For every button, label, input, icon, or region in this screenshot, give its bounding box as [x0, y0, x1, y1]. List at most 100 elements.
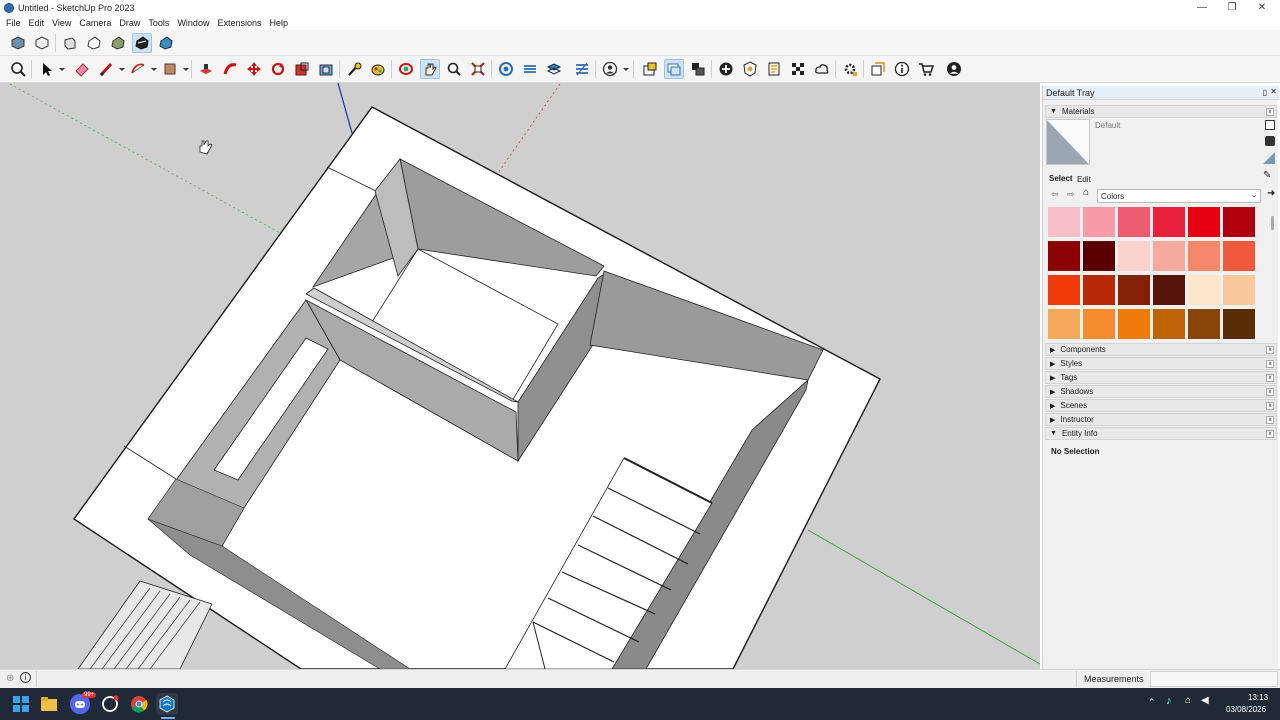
material-swatch[interactable] — [1223, 309, 1255, 339]
model-canvas[interactable] — [0, 83, 1040, 669]
user-dropdown-icon[interactable] — [623, 68, 629, 71]
material-swatch[interactable] — [1048, 207, 1080, 237]
material-swatch[interactable] — [1118, 241, 1150, 271]
material-swatch[interactable] — [1188, 207, 1220, 237]
maximize-button[interactable]: ❐ — [1217, 0, 1247, 15]
display-section-icon[interactable] — [520, 59, 540, 79]
forward-arrow-icon[interactable]: ⇨ — [1067, 189, 1075, 200]
texture-icon[interactable] — [788, 59, 808, 79]
create-material-icon[interactable] — [1265, 120, 1275, 130]
layout-icon[interactable] — [868, 59, 888, 79]
menu-extensions[interactable]: Extensions — [213, 18, 265, 28]
back-view-icon[interactable] — [108, 33, 128, 53]
network-icon[interactable]: ⌂ — [1185, 695, 1191, 706]
menu-draw[interactable]: Draw — [115, 18, 144, 28]
orbit-icon[interactable] — [396, 59, 416, 79]
entity-info-panel-header[interactable]: ▼ Entity Info x — [1045, 427, 1277, 440]
section-plane-icon[interactable] — [496, 59, 516, 79]
close-button[interactable]: ✕ — [1247, 0, 1277, 15]
material-swatch[interactable] — [1153, 207, 1185, 237]
default-material-icon[interactable] — [1263, 152, 1275, 164]
right-view-icon[interactable] — [84, 33, 104, 53]
eraser-icon[interactable] — [72, 59, 92, 79]
panel-close-icon[interactable]: x — [1266, 108, 1274, 116]
panel-close-icon[interactable]: x — [1266, 416, 1274, 424]
left-view-icon[interactable] — [132, 33, 152, 53]
outliner-icon[interactable] — [688, 59, 708, 79]
follow-me-icon[interactable] — [220, 59, 240, 79]
tape-measure-icon[interactable] — [344, 59, 364, 79]
materials-panel-header[interactable]: ▼ Materials x — [1045, 105, 1277, 118]
top-view-icon[interactable] — [32, 33, 52, 53]
styles-panel-header[interactable]: ▶ Styles x — [1045, 357, 1277, 370]
components-icon[interactable] — [640, 59, 660, 79]
select-dropdown-icon[interactable] — [59, 68, 65, 71]
library-select[interactable]: Colors ⌄ — [1097, 189, 1261, 203]
section-fill-icon[interactable] — [572, 59, 592, 79]
material-swatch[interactable] — [1048, 241, 1080, 271]
pan-icon[interactable] — [420, 59, 440, 79]
geo-icon[interactable] — [740, 59, 760, 79]
details-arrow-icon[interactable]: ➜ — [1267, 188, 1275, 199]
section-cuts-icon[interactable] — [544, 59, 564, 79]
menu-help[interactable]: Help — [265, 18, 292, 28]
measurements-input[interactable] — [1150, 671, 1278, 687]
volume-icon[interactable]: ◀ — [1201, 695, 1209, 706]
sample-material-icon[interactable] — [1265, 136, 1275, 146]
tags-panel-header[interactable]: ▶ Tags x — [1045, 371, 1277, 384]
material-swatch[interactable] — [1083, 309, 1115, 339]
material-swatch[interactable] — [1188, 309, 1220, 339]
chrome-icon[interactable] — [128, 693, 150, 715]
iso-view-icon[interactable] — [8, 33, 28, 53]
user-icon[interactable] — [600, 59, 620, 79]
rectangle-dropdown-icon[interactable] — [183, 68, 189, 71]
menu-tools[interactable]: Tools — [144, 18, 173, 28]
microphone-icon[interactable]: ♪ — [1166, 695, 1172, 707]
panel-close-icon[interactable]: x — [1266, 402, 1274, 410]
eyedropper-icon[interactable]: ✎ — [1263, 170, 1271, 181]
tab-edit[interactable]: Edit — [1077, 175, 1091, 184]
panel-close-icon[interactable]: x — [1266, 430, 1274, 438]
panel-close-icon[interactable]: x — [1266, 388, 1274, 396]
info-icon[interactable] — [892, 59, 912, 79]
account-icon[interactable] — [944, 59, 964, 79]
arc-dropdown-icon[interactable] — [151, 68, 157, 71]
clock-date[interactable]: 03/08/2026 — [1226, 705, 1266, 714]
xray-icon[interactable] — [156, 33, 176, 53]
menu-file[interactable]: File — [2, 18, 25, 28]
material-swatch[interactable] — [1223, 241, 1255, 271]
tray-close-icon[interactable]: ✕ — [1270, 87, 1277, 96]
material-swatch[interactable] — [1083, 241, 1115, 271]
home-icon[interactable]: ⌂ — [1083, 187, 1089, 198]
model-info-icon[interactable] — [764, 59, 784, 79]
panel-close-icon[interactable]: x — [1266, 360, 1274, 368]
push-pull-icon[interactable] — [196, 59, 216, 79]
clock-time[interactable]: 13:13 — [1248, 693, 1268, 702]
material-swatch[interactable] — [1223, 275, 1255, 305]
material-swatch[interactable] — [1188, 275, 1220, 305]
back-arrow-icon[interactable]: ⇦ — [1051, 189, 1059, 200]
move-icon[interactable] — [244, 59, 264, 79]
drawing-viewport[interactable] — [0, 83, 1040, 669]
scenes-panel-header[interactable]: ▶ Scenes x — [1045, 399, 1277, 412]
menu-view[interactable]: View — [48, 18, 75, 28]
warehouse-icon[interactable] — [916, 59, 936, 79]
file-explorer-icon[interactable] — [38, 693, 60, 715]
geo-location-icon[interactable]: ⊛ — [6, 673, 14, 684]
zoom-window-icon[interactable] — [444, 59, 464, 79]
windows-start-icon[interactable] — [10, 693, 32, 715]
tab-select[interactable]: Select — [1049, 174, 1073, 183]
material-swatch[interactable] — [1083, 207, 1115, 237]
scale-icon[interactable] — [292, 59, 312, 79]
menu-camera[interactable]: Camera — [75, 18, 115, 28]
extension-icon[interactable] — [840, 59, 860, 79]
swatch-scrollbar[interactable] — [1271, 216, 1274, 230]
minimize-button[interactable]: — — [1187, 0, 1217, 15]
pencil-dropdown-icon[interactable] — [119, 68, 125, 71]
cloud-icon[interactable] — [812, 59, 832, 79]
pin-icon[interactable]: ▯ — [1263, 88, 1267, 97]
material-swatch[interactable] — [1153, 309, 1185, 339]
material-swatch[interactable] — [1083, 275, 1115, 305]
instructor-panel-header[interactable]: ▶ Instructor x — [1045, 413, 1277, 426]
material-swatch[interactable] — [1153, 241, 1185, 271]
